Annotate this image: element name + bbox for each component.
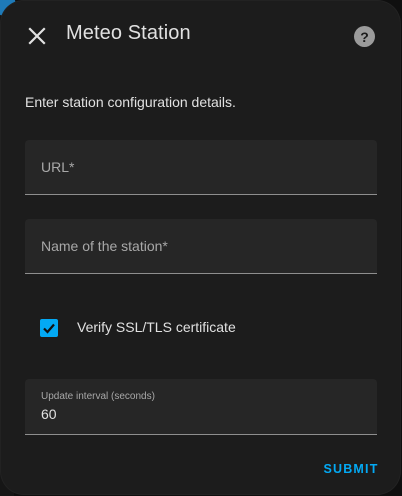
station-name-field-label: Name of the station*: [41, 238, 168, 254]
help-button[interactable]: ?: [354, 26, 375, 47]
close-button[interactable]: [21, 20, 53, 52]
update-interval-label: Update interval (seconds): [41, 391, 155, 402]
verify-ssl-row: Verify SSL/TLS certificate: [25, 310, 377, 344]
checkmark-icon: [43, 323, 55, 334]
dialog-title: Meteo Station: [66, 22, 191, 44]
dialog-header: Meteo Station ?: [0, 0, 401, 70]
url-field[interactable]: URL*: [25, 140, 377, 195]
verify-ssl-checkbox[interactable]: [40, 319, 58, 337]
update-interval-value: 60: [41, 406, 57, 422]
url-field-label: URL*: [41, 159, 75, 175]
station-name-field[interactable]: Name of the station*: [25, 219, 377, 274]
update-interval-field[interactable]: Update interval (seconds) 60: [25, 379, 377, 435]
dialog-description: Enter station configuration details.: [25, 94, 236, 110]
submit-button[interactable]: SUBMIT: [318, 457, 384, 481]
config-dialog: Meteo Station ? Enter station configurat…: [0, 0, 401, 495]
close-icon: [28, 27, 46, 45]
help-circle-icon: ?: [360, 28, 369, 45]
verify-ssl-label: Verify SSL/TLS certificate: [77, 319, 236, 335]
